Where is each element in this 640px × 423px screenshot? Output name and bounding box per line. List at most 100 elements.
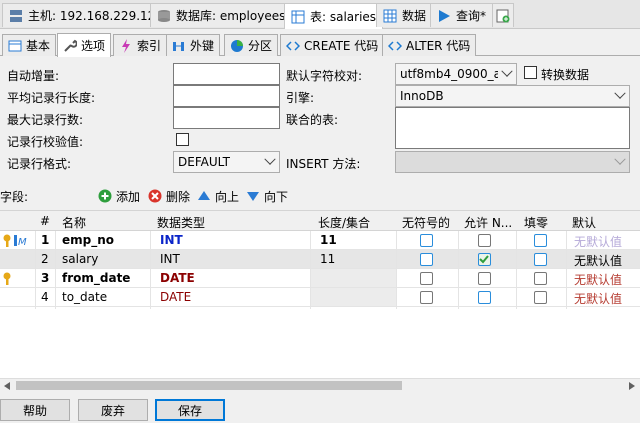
tab-query[interactable]: 查询* bbox=[430, 3, 494, 27]
max-rows-label: 最大记录行数: bbox=[7, 113, 84, 127]
allow-null-checkbox[interactable] bbox=[478, 253, 491, 266]
sub-tab-bar: 基本 选项 索引 外键 分区 CREATE 代码 ALTER 代码 bbox=[0, 31, 640, 57]
discard-button[interactable]: 废弃 bbox=[78, 399, 148, 421]
union-tables-input[interactable] bbox=[395, 107, 630, 149]
engine-select[interactable]: InnoDB bbox=[395, 85, 630, 107]
unsigned-checkbox[interactable] bbox=[420, 272, 433, 285]
column-divider bbox=[35, 231, 36, 309]
allow-null-checkbox[interactable] bbox=[478, 234, 491, 247]
scroll-left-icon[interactable] bbox=[3, 381, 11, 391]
field-default: 无默认值 bbox=[574, 235, 623, 249]
col-zerofill: 填零 bbox=[524, 216, 549, 230]
top-tab-bar: 主机: 192.168.229.128 数据库: employees 表: sa… bbox=[0, 0, 640, 29]
convert-data-checkbox[interactable] bbox=[524, 66, 537, 79]
delete-icon bbox=[148, 189, 162, 203]
fields-toolbar: 字段: 添加 删除 向上 向下 bbox=[0, 186, 640, 206]
move-down-button[interactable]: 向下 bbox=[246, 186, 288, 206]
move-up-button[interactable]: 向上 bbox=[197, 186, 239, 206]
field-type: DATE bbox=[160, 271, 195, 285]
table-row[interactable]: 2 salary INT 11 无默认值 bbox=[0, 250, 640, 269]
col-unsigned: 无符号的 bbox=[402, 216, 451, 230]
row-format-label: 记录行格式: bbox=[7, 157, 72, 171]
table-row[interactable]: M 1 emp_no INT 11 无默认值 bbox=[0, 231, 640, 250]
tab-alter-code[interactable]: ALTER 代码 bbox=[382, 34, 477, 56]
server-icon bbox=[9, 9, 23, 23]
tab-partitions[interactable]: 分区 bbox=[224, 34, 279, 56]
zerofill-checkbox[interactable] bbox=[534, 234, 547, 247]
unsigned-checkbox[interactable] bbox=[420, 291, 433, 304]
database-icon bbox=[157, 9, 171, 23]
convert-data-label: 转换数据 bbox=[541, 68, 590, 82]
tab-create-code[interactable]: CREATE 代码 bbox=[280, 34, 385, 56]
check-icon bbox=[479, 255, 489, 264]
allow-null-checkbox[interactable] bbox=[478, 272, 491, 285]
tab-basic[interactable]: 基本 bbox=[2, 34, 57, 56]
checksum-label: 记录行校验值: bbox=[7, 135, 84, 149]
chevron-down-icon bbox=[501, 65, 513, 77]
arrow-down-icon bbox=[247, 192, 259, 201]
insert-method-select[interactable] bbox=[395, 151, 630, 173]
column-divider bbox=[566, 231, 567, 309]
grid-header: # 名称 数据类型 长度/集合 无符号的 允许 N... 填零 默认 bbox=[0, 211, 640, 231]
checksum-checkbox[interactable] bbox=[176, 133, 189, 146]
table-row[interactable]: 3 from_date DATE 无默认值 bbox=[0, 269, 640, 288]
avg-row-length-input[interactable] bbox=[173, 85, 280, 107]
tab-options[interactable]: 选项 bbox=[57, 33, 112, 57]
tab-indexes[interactable]: 索引 bbox=[113, 34, 168, 56]
arrow-up-icon bbox=[198, 191, 210, 200]
col-allow-null: 允许 N... bbox=[464, 216, 513, 230]
new-query-tab-button[interactable] bbox=[492, 3, 514, 27]
field-type: INT bbox=[160, 252, 180, 266]
unsigned-checkbox[interactable] bbox=[420, 234, 433, 247]
auto-increment-input[interactable] bbox=[173, 63, 280, 85]
col-num: # bbox=[40, 214, 51, 228]
col-default: 默认 bbox=[572, 216, 597, 230]
zerofill-checkbox[interactable] bbox=[534, 291, 547, 304]
tab-foreign-keys[interactable]: 外键 bbox=[166, 34, 221, 56]
tab-data[interactable]: 数据 bbox=[376, 3, 434, 27]
field-type: INT bbox=[160, 233, 183, 247]
collation-select[interactable]: utf8mb4_0900_ai_ bbox=[395, 63, 517, 85]
tab-table[interactable]: 表: salaries bbox=[284, 3, 384, 29]
zerofill-checkbox[interactable] bbox=[534, 253, 547, 266]
auto-increment-label: 自动增量: bbox=[7, 69, 60, 83]
code-icon bbox=[387, 39, 403, 53]
allow-null-checkbox[interactable] bbox=[478, 291, 491, 304]
add-tab-icon bbox=[496, 9, 510, 23]
table-icon bbox=[291, 10, 305, 24]
scrollbar-thumb[interactable] bbox=[16, 381, 402, 390]
column-divider bbox=[310, 231, 311, 309]
field-default: 无默认值 bbox=[574, 273, 623, 287]
horizontal-scrollbar[interactable] bbox=[0, 378, 640, 392]
avg-row-length-label: 平均记录行长度: bbox=[7, 91, 96, 105]
field-name: to_date bbox=[62, 290, 108, 304]
collation-label: 默认字符校对: bbox=[286, 69, 363, 83]
tab-database[interactable]: 数据库: employees bbox=[150, 3, 293, 27]
chevron-down-icon bbox=[264, 153, 276, 165]
lightning-icon bbox=[119, 38, 133, 53]
table-icon bbox=[8, 39, 22, 53]
add-icon bbox=[98, 189, 112, 203]
column-divider bbox=[150, 231, 151, 309]
add-field-button[interactable]: 添加 bbox=[98, 186, 140, 206]
fields-grid: # 名称 数据类型 长度/集合 无符号的 允许 N... 填零 默认 M 1 e… bbox=[0, 210, 640, 378]
field-name: from_date bbox=[62, 271, 131, 285]
field-length: 11 bbox=[320, 252, 336, 266]
save-button[interactable]: 保存 bbox=[155, 399, 225, 421]
union-tables-label: 联合的表: bbox=[286, 113, 339, 127]
zerofill-checkbox[interactable] bbox=[534, 272, 547, 285]
col-length: 长度/集合 bbox=[318, 216, 371, 230]
table-row[interactable]: 4 to_date DATE 无默认值 bbox=[0, 288, 640, 307]
engine-label: 引擎: bbox=[286, 91, 315, 105]
chevron-down-icon bbox=[614, 87, 626, 99]
tab-host[interactable]: 主机: 192.168.229.128 bbox=[2, 3, 170, 27]
help-button[interactable]: 帮助 bbox=[0, 399, 70, 421]
field-default: 无默认值 bbox=[574, 292, 623, 306]
unsigned-checkbox[interactable] bbox=[420, 253, 433, 266]
max-rows-input[interactable] bbox=[173, 107, 280, 129]
delete-field-button[interactable]: 删除 bbox=[148, 186, 190, 206]
column-divider bbox=[516, 231, 517, 309]
row-format-select[interactable]: DEFAULT bbox=[173, 151, 280, 173]
foreign-key-icon bbox=[172, 39, 186, 53]
scroll-right-icon[interactable] bbox=[628, 381, 636, 391]
